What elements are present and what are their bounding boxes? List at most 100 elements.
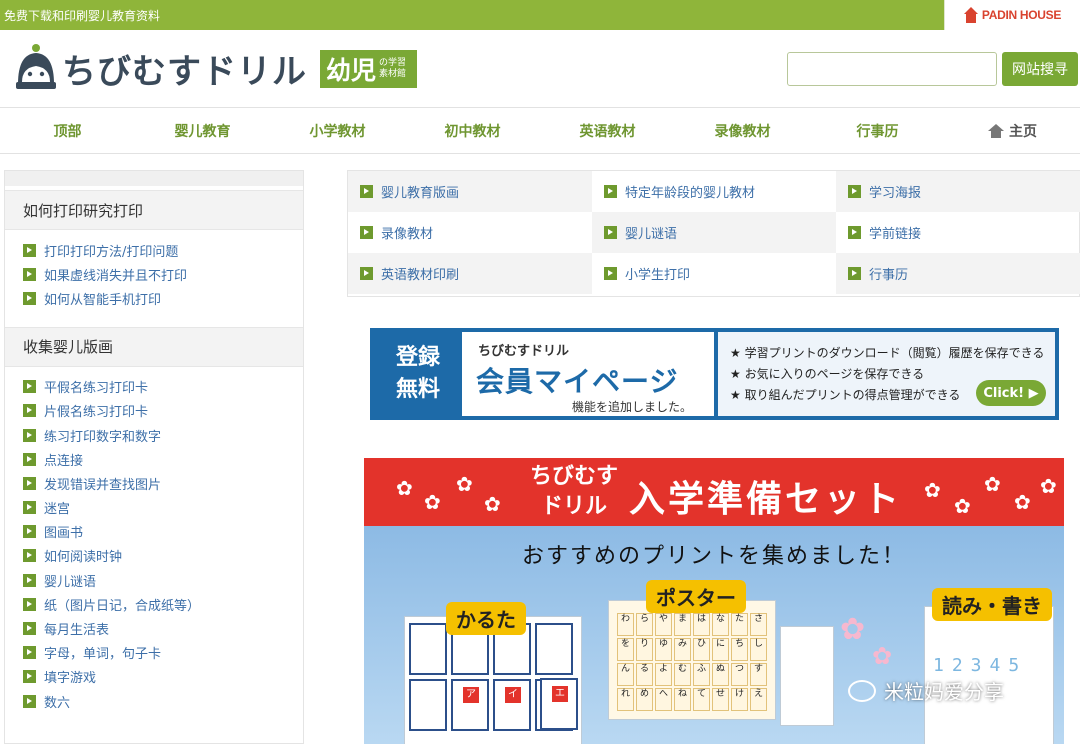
arrow-bullet-icon bbox=[604, 185, 617, 198]
search-button[interactable]: 网站搜寻 bbox=[1002, 52, 1078, 86]
sidebar-list-print: 打印打印方法/打印问题 如果虚线消失并且不打印 如何从智能手机打印 bbox=[5, 230, 303, 323]
sidebar-item[interactable]: 如何从智能手机打印 bbox=[23, 286, 303, 310]
sidebar-item[interactable]: 婴儿谜语 bbox=[23, 568, 303, 592]
sidebar-item[interactable]: 字母，单词，句子卡 bbox=[23, 641, 303, 665]
sidebar-item-label: 平假名练习打印卡 bbox=[44, 381, 149, 397]
nav-english[interactable]: 英语教材 bbox=[540, 108, 675, 154]
arrow-bullet-icon bbox=[23, 549, 36, 563]
arrow-bullet-icon bbox=[848, 226, 861, 239]
site-tagline: 免费下载和印刷婴儿教育资料 bbox=[4, 9, 161, 23]
free-registration-label: 登録 無料 bbox=[378, 342, 458, 406]
sidebar-item[interactable]: 练习打印数字和数字 bbox=[23, 423, 303, 447]
sidebar-item-label: 婴儿谜语 bbox=[44, 574, 97, 590]
sidebar-item[interactable]: 纸（图片日记，合成纸等） bbox=[23, 592, 303, 616]
arrow-bullet-icon bbox=[23, 573, 36, 587]
mascot-logo-icon[interactable] bbox=[14, 44, 58, 90]
kana-cell: て bbox=[693, 688, 710, 711]
category-link[interactable]: 婴儿谜语 bbox=[592, 212, 836, 253]
kana-cell: は bbox=[693, 613, 710, 636]
nav-video[interactable]: 录像教材 bbox=[675, 108, 810, 154]
nav-home-label: 主页 bbox=[1009, 124, 1037, 140]
category-grid: 婴儿教育版画 特定年龄段的婴儿教材 学习海报 录像教材 婴儿谜语 学前链接 英语… bbox=[347, 170, 1080, 297]
banner-brand: ちびむす ドリル bbox=[514, 462, 634, 522]
sidebar-item[interactable]: 数六 bbox=[23, 689, 303, 713]
arrow-bullet-icon bbox=[23, 452, 36, 466]
category-label: 婴儿谜语 bbox=[625, 227, 678, 242]
sidebar-item[interactable]: 填字游戏 bbox=[23, 665, 303, 689]
sidebar-item-label: 如何阅读时钟 bbox=[44, 550, 123, 566]
sakura-icon: ✿ bbox=[840, 612, 866, 647]
sidebar-item[interactable]: 平假名练习打印卡 bbox=[23, 375, 303, 399]
arrow-bullet-icon bbox=[848, 185, 861, 198]
sidebar-item[interactable]: 如果虚线消失并且不打印 bbox=[23, 262, 303, 286]
site-header: ちびむすドリル 幼児 の学習素材館 网站搜寻 bbox=[0, 30, 1080, 108]
category-link[interactable]: 特定年龄段的婴儿教材 bbox=[592, 171, 836, 212]
sakura-icon: ✿ bbox=[872, 642, 893, 670]
sidebar-item[interactable]: 如何阅读时钟 bbox=[23, 544, 303, 568]
arrow-bullet-icon bbox=[23, 525, 36, 539]
free-text: 無料 bbox=[395, 377, 440, 402]
nav-elementary[interactable]: 小学教材 bbox=[270, 108, 405, 154]
sidebar-item[interactable]: 片假名练习打印卡 bbox=[23, 399, 303, 423]
member-banner-subtitle: 機能を追加しました。 bbox=[572, 400, 693, 414]
member-title-panel: ちびむすドリル 会員マイページ 機能を追加しました。 bbox=[462, 332, 714, 416]
kana-cell: な bbox=[712, 613, 729, 636]
main-nav: 顶部 婴儿教育 小学教材 初中教材 英语教材 录像教材 行事历 主页 bbox=[0, 108, 1080, 154]
category-link[interactable]: 录像教材 bbox=[348, 212, 592, 253]
nav-top[interactable]: 顶部 bbox=[0, 108, 135, 154]
member-mypage-banner[interactable]: 登録 無料 ちびむすドリル 会員マイページ 機能を追加しました。 ★ 学習プリン… bbox=[370, 328, 1059, 420]
arrow-bullet-icon bbox=[604, 267, 617, 280]
category-label: 学前链接 bbox=[869, 227, 922, 242]
partner-link[interactable]: PADIN HOUSE bbox=[944, 0, 1080, 30]
nav-junior-high[interactable]: 初中教材 bbox=[405, 108, 540, 154]
sidebar-item-label: 图画书 bbox=[44, 526, 84, 542]
partner-name: PADIN HOUSE bbox=[981, 8, 1062, 22]
kana-cell: え bbox=[750, 688, 767, 711]
category-link[interactable]: 小学生打印 bbox=[592, 253, 836, 294]
kana-cell: よ bbox=[655, 663, 672, 686]
category-link[interactable]: 婴儿教育版画 bbox=[348, 171, 592, 212]
wechat-icon bbox=[848, 679, 876, 702]
arrow-bullet-icon bbox=[23, 501, 36, 515]
sidebar-list-prints: 平假名练习打印卡 片假名练习打印卡 练习打印数字和数字 点连接 发现错误并查找图… bbox=[5, 367, 303, 726]
sidebar-item[interactable]: 点连接 bbox=[23, 447, 303, 471]
category-link[interactable]: 行事历 bbox=[836, 253, 1080, 294]
flower-icon: ✿ bbox=[1040, 474, 1057, 498]
sidebar-item[interactable]: 图画书 bbox=[23, 520, 303, 544]
search-input[interactable] bbox=[787, 52, 997, 86]
register-text: 登録 bbox=[395, 345, 440, 370]
kana-cell: ち bbox=[731, 638, 748, 661]
nav-home[interactable]: 主页 bbox=[945, 108, 1080, 154]
sidebar-item[interactable]: 迷宫 bbox=[23, 496, 303, 520]
watermark-text: 米粒妈爱分享 bbox=[884, 680, 1004, 704]
category-link[interactable]: 英语教材印刷 bbox=[348, 253, 592, 294]
sidebar-item-label: 纸（图片日记，合成纸等） bbox=[44, 598, 201, 614]
banner-brand-line2: ドリル bbox=[540, 494, 607, 519]
kana-cell: へ bbox=[655, 688, 672, 711]
banner-title-band: ✿ ✿ ✿ ✿ ✿ ✿ ✿ ✿ ✿ ちびむす ドリル 入学準備セット bbox=[364, 458, 1064, 526]
click-button[interactable]: Click! ▶ bbox=[976, 380, 1046, 406]
sidebar-item[interactable]: 每月生活表 bbox=[23, 616, 303, 640]
logo-text[interactable]: ちびむすドリル bbox=[62, 44, 307, 93]
arrow-bullet-icon bbox=[23, 267, 36, 281]
flower-icon: ✿ bbox=[424, 490, 441, 514]
sidebar-item[interactable]: 打印打印方法/打印问题 bbox=[23, 238, 303, 262]
sidebar-item-label: 如何从智能手机打印 bbox=[44, 292, 162, 308]
sidebar-item-label: 发现错误并查找图片 bbox=[44, 477, 162, 493]
poster-preview: わらやまはなたさ をりゆみひにちし んるよむふぬつす れめへねてせけえ bbox=[608, 600, 776, 720]
kana-cell: に bbox=[712, 638, 729, 661]
category-link[interactable]: 学习海报 bbox=[836, 171, 1080, 212]
nav-infant-education[interactable]: 婴儿教育 bbox=[135, 108, 270, 154]
category-label: 录像教材 bbox=[381, 227, 434, 242]
sidebar-heading-prints: 收集婴儿版画 bbox=[5, 326, 303, 367]
logo-badge-main: 幼児 bbox=[326, 56, 377, 85]
category-link[interactable]: 学前链接 bbox=[836, 212, 1080, 253]
nav-calendar[interactable]: 行事历 bbox=[810, 108, 945, 154]
sidebar-item[interactable]: 发现错误并查找图片 bbox=[23, 471, 303, 495]
arrow-bullet-icon bbox=[23, 597, 36, 611]
top-bar: 免费下载和印刷婴儿教育资料 PADIN HOUSE bbox=[0, 0, 1080, 30]
arrow-bullet-icon bbox=[360, 267, 373, 280]
sidebar-item-label: 点连接 bbox=[44, 453, 84, 469]
kana-cell: ぬ bbox=[712, 663, 729, 686]
kana-cell: ら bbox=[636, 613, 653, 636]
